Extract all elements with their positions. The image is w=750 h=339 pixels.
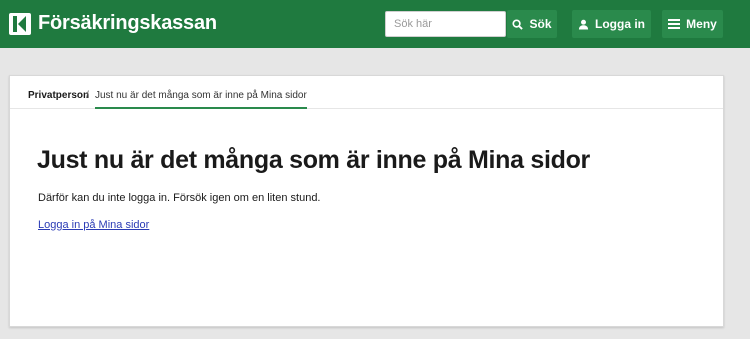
- search-button[interactable]: Sök: [507, 10, 557, 38]
- breadcrumb-home-link[interactable]: Privatperson: [28, 90, 89, 101]
- login-mina-sidor-link[interactable]: Logga in på Mina sidor: [38, 219, 149, 231]
- brand-name: Försäkringskassan: [38, 12, 217, 34]
- menu-button-label: Meny: [686, 17, 717, 31]
- login-button[interactable]: Logga in: [572, 10, 651, 38]
- user-icon: [578, 19, 589, 30]
- page-description: Därför kan du inte logga in. Försök igen…: [38, 192, 321, 204]
- search-button-label: Sök: [529, 17, 552, 31]
- login-button-label: Logga in: [595, 17, 645, 31]
- k-logo-icon: [9, 12, 31, 35]
- menu-button[interactable]: Meny: [662, 10, 723, 38]
- breadcrumb: Privatperson / Just nu är det många som …: [10, 76, 723, 109]
- breadcrumb-current: Just nu är det många som är inne på Mina…: [95, 90, 307, 109]
- content-card: Privatperson / Just nu är det många som …: [9, 75, 724, 327]
- brand-logo[interactable]: Försäkringskassan: [9, 12, 217, 35]
- search-icon: [512, 18, 524, 30]
- top-navigation-bar: Försäkringskassan Sök Logga in Meny: [0, 0, 750, 48]
- search-input[interactable]: [385, 11, 506, 37]
- breadcrumb-separator: /: [86, 90, 89, 101]
- page-title: Just nu är det många som är inne på Mina…: [37, 146, 590, 174]
- hamburger-icon: [668, 19, 681, 29]
